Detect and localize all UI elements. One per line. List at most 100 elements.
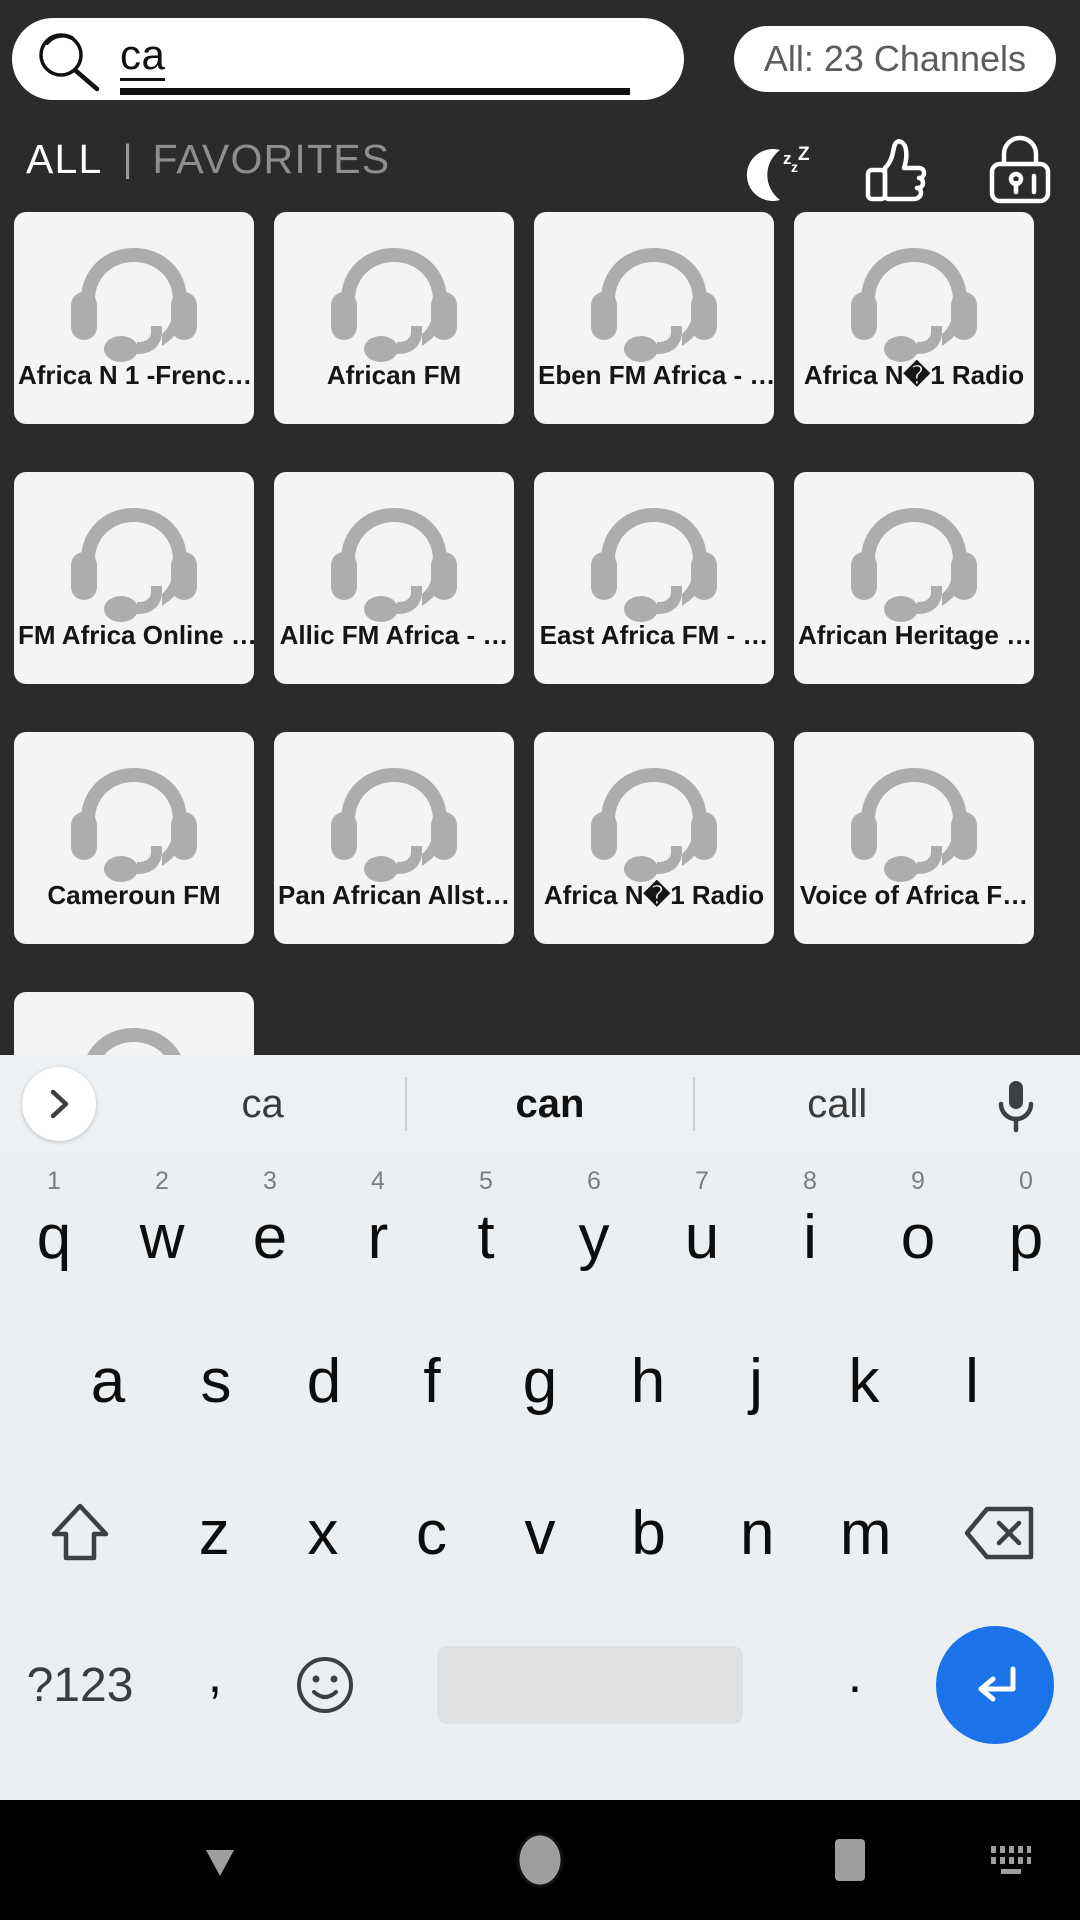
key-w[interactable]: 2w [108, 1153, 216, 1305]
suggestion-0[interactable]: ca [120, 1082, 405, 1127]
channel-count-chip[interactable]: All: 23 Channels [733, 26, 1056, 92]
key-label: c [415, 1498, 447, 1568]
smiley-face-icon[interactable] [270, 1609, 380, 1761]
microphone-icon[interactable] [988, 1077, 1044, 1135]
circle-icon [516, 1832, 564, 1888]
key-r[interactable]: 4r [324, 1153, 432, 1305]
headset-icon [71, 768, 197, 882]
tab-favorites[interactable]: FAVORITES [152, 136, 390, 183]
key-z[interactable]: z [160, 1457, 269, 1609]
channel-card[interactable]: Allic FM Africa - … [274, 472, 514, 684]
keyboard-icon [991, 1846, 1031, 1874]
channel-tile[interactable]: East Africa FM - … [534, 472, 774, 684]
channel-card[interactable]: Africa N 1 -Frenc… [14, 212, 254, 424]
channel-card[interactable]: Africa N�1 Radio [534, 732, 774, 944]
headset-icon [591, 508, 717, 622]
key-t[interactable]: 5t [432, 1153, 540, 1305]
channel-name: African FM [326, 360, 462, 390]
channel-tile[interactable]: Africa N 1 -Frenc… [14, 212, 254, 424]
channel-card[interactable]: FM Africa Online … [14, 472, 254, 684]
channel-card[interactable]: Eben FM Africa - … [534, 212, 774, 424]
key-j[interactable]: j [702, 1305, 810, 1457]
suggestion-1[interactable]: can [407, 1082, 692, 1127]
thumbs-up-icon[interactable] [856, 126, 940, 210]
sleep-timer-icon[interactable]: z z Z [734, 126, 818, 210]
down-triangle-icon [206, 1850, 234, 1876]
key-v[interactable]: v [486, 1457, 595, 1609]
channel-tile[interactable]: African FM [274, 212, 514, 424]
channel-card[interactable]: African Heritage … [794, 472, 1034, 684]
key-number-hint: 7 [695, 1167, 709, 1195]
key-b[interactable]: b [594, 1457, 703, 1609]
channel-tile[interactable]: Africa N�1 Radio [794, 212, 1034, 424]
key-label: z [198, 1498, 230, 1568]
enter-return-icon [978, 1666, 1016, 1702]
channel-tile[interactable]: FM Africa Online … [14, 472, 254, 684]
channel-tile[interactable]: African Heritage … [794, 472, 1034, 684]
channel-grid: Africa N 1 -Frenc… African FM Eben FM Afri… [0, 208, 1080, 1055]
key-g[interactable]: g [486, 1305, 594, 1457]
channel-tile[interactable]: Eben FM Africa - … [534, 212, 774, 424]
key-number-hint: 2 [155, 1167, 169, 1195]
key-label: b [631, 1498, 666, 1568]
key-n[interactable]: n [703, 1457, 812, 1609]
search-field-wrap[interactable]: ca [120, 26, 630, 96]
key-label: k [848, 1346, 880, 1416]
key-number-hint: 6 [587, 1167, 601, 1195]
channel-card[interactable]: Cameroun FM [14, 732, 254, 944]
key-s[interactable]: s [162, 1305, 270, 1457]
channel-tile-partial[interactable] [14, 992, 254, 1055]
key-l[interactable]: l [918, 1305, 1026, 1457]
channel-card[interactable]: Pan African Allst… [274, 732, 514, 944]
key-i[interactable]: 8i [756, 1153, 864, 1305]
channel-tile[interactable]: Allic FM Africa - … [274, 472, 514, 684]
backspace-delete-icon[interactable] [920, 1457, 1080, 1609]
key-label: w [139, 1202, 185, 1272]
back-button[interactable] [160, 1800, 280, 1920]
suggestion-2[interactable]: call [695, 1082, 980, 1127]
key-a[interactable]: a [54, 1305, 162, 1457]
chevron-right-icon[interactable] [22, 1067, 96, 1141]
radio-app-content: ca All: 23 Channels ALL | FAVORITES z z [0, 0, 1080, 1055]
key-y[interactable]: 6y [540, 1153, 648, 1305]
suggestion-strip: ca can call [0, 1055, 1080, 1153]
channel-card[interactable]: Voice of Africa F… [794, 732, 1034, 944]
channel-tile[interactable]: Voice of Africa F… [794, 732, 1034, 944]
shift-up-arrow-icon[interactable] [0, 1457, 160, 1609]
enter-key[interactable] [936, 1626, 1054, 1744]
key-m[interactable]: m [811, 1457, 920, 1609]
key-x[interactable]: x [269, 1457, 378, 1609]
lock-icon[interactable] [978, 126, 1062, 210]
channel-tile[interactable]: Africa N�1 Radio [534, 732, 774, 944]
channel-card[interactable]: East Africa FM - … [534, 472, 774, 684]
hide-keyboard-button[interactable] [960, 1800, 1060, 1920]
key-u[interactable]: 7u [648, 1153, 756, 1305]
key-f[interactable]: f [378, 1305, 486, 1457]
channel-card[interactable]: Africa N�1 Radio [794, 212, 1034, 424]
key-label: j [749, 1346, 763, 1416]
key-h[interactable]: h [594, 1305, 702, 1457]
key-e[interactable]: 3e [216, 1153, 324, 1305]
channel-tile[interactable]: Cameroun FM [14, 732, 254, 944]
search-input[interactable]: ca [12, 18, 684, 100]
home-button[interactable] [480, 1800, 600, 1920]
period-key[interactable]: . [800, 1609, 910, 1761]
key-o[interactable]: 9o [864, 1153, 972, 1305]
keyboard-rows: 1q2w3e4r5t6y7u8i9o0p asdfghjkl zxcvbnm ?… [0, 1153, 1080, 1800]
key-label: y [578, 1202, 610, 1272]
channel-card[interactable] [14, 992, 254, 1055]
key-p[interactable]: 0p [972, 1153, 1080, 1305]
channel-card[interactable]: African FM [274, 212, 514, 424]
comma-key[interactable]: , [160, 1609, 270, 1761]
key-k[interactable]: k [810, 1305, 918, 1457]
key-label: n [739, 1498, 775, 1568]
channel-tile[interactable]: Pan African Allst… [274, 732, 514, 944]
symbols-key[interactable]: ?123 [0, 1609, 160, 1761]
key-d[interactable]: d [270, 1305, 378, 1457]
key-q[interactable]: 1q [0, 1153, 108, 1305]
search-value: ca [120, 34, 166, 81]
tab-all[interactable]: ALL [26, 136, 103, 183]
key-c[interactable]: c [377, 1457, 486, 1609]
recents-button[interactable] [800, 1800, 900, 1920]
space-key[interactable] [437, 1646, 743, 1724]
